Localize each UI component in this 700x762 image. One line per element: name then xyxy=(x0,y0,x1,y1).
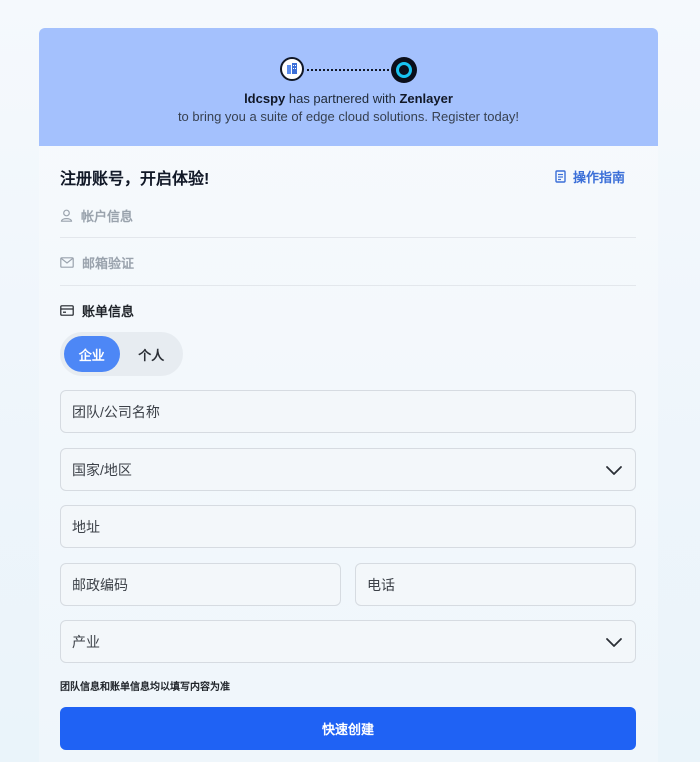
chevron-down-icon xyxy=(606,638,622,647)
step-billing-info: 账单信息 xyxy=(60,301,636,320)
company-name-input[interactable]: 团队/公司名称 xyxy=(60,390,636,433)
document-icon xyxy=(555,170,566,183)
account-type-toggle: 企业 个人 xyxy=(60,332,183,376)
banner-subtitle: to bring you a suite of edge cloud solut… xyxy=(177,109,520,124)
guide-link[interactable]: 操作指南 xyxy=(555,167,625,186)
card-icon xyxy=(60,305,74,316)
industry-placeholder: 产业 xyxy=(72,633,100,650)
mail-icon xyxy=(60,257,74,268)
step-email-verification[interactable]: 邮箱验证 xyxy=(60,253,636,272)
step-label: 帐户信息 xyxy=(81,209,134,224)
step-account-info[interactable]: 帐户信息 xyxy=(60,206,636,225)
divider xyxy=(60,237,636,238)
partner-mid-text: has partnered with xyxy=(285,91,400,106)
toggle-enterprise[interactable]: 企业 xyxy=(64,336,120,372)
company-placeholder: 团队/公司名称 xyxy=(72,403,160,420)
guide-label: 操作指南 xyxy=(573,170,626,185)
postal-code-input[interactable]: 邮政编码 xyxy=(60,563,341,606)
phone-input[interactable]: 电话 xyxy=(355,563,636,606)
registration-card: ldcspy has partnered with Zenlayer to br… xyxy=(39,28,658,762)
chevron-down-icon xyxy=(606,466,622,475)
industry-select[interactable]: 产业 xyxy=(60,620,636,663)
postal-placeholder: 邮政编码 xyxy=(72,576,128,593)
page-title: 注册账号，开启体验! xyxy=(60,171,210,188)
toggle-personal[interactable]: 个人 xyxy=(124,336,180,372)
zenlayer-logo-icon xyxy=(391,57,417,83)
address-input[interactable]: 地址 xyxy=(60,505,636,548)
step-label: 账单信息 xyxy=(82,304,135,319)
country-placeholder: 国家/地区 xyxy=(72,461,132,478)
phone-placeholder: 电话 xyxy=(367,576,395,593)
ldcspy-logo-icon xyxy=(280,57,304,81)
divider xyxy=(60,285,636,286)
user-icon xyxy=(60,209,73,222)
country-select[interactable]: 国家/地区 xyxy=(60,448,636,491)
address-placeholder: 地址 xyxy=(72,518,100,535)
provider-name: Zenlayer xyxy=(399,91,453,106)
quick-create-button[interactable]: 快速创建 xyxy=(60,707,636,750)
billing-note: 团队信息和账单信息均以填写内容为准 xyxy=(60,682,230,693)
step-label: 邮箱验证 xyxy=(82,256,135,271)
partner-name: ldcspy xyxy=(244,91,286,106)
connector-dots xyxy=(307,69,389,71)
partner-banner: ldcspy has partnered with Zenlayer to br… xyxy=(39,28,658,146)
partner-line: ldcspy has partnered with Zenlayer xyxy=(39,91,658,106)
